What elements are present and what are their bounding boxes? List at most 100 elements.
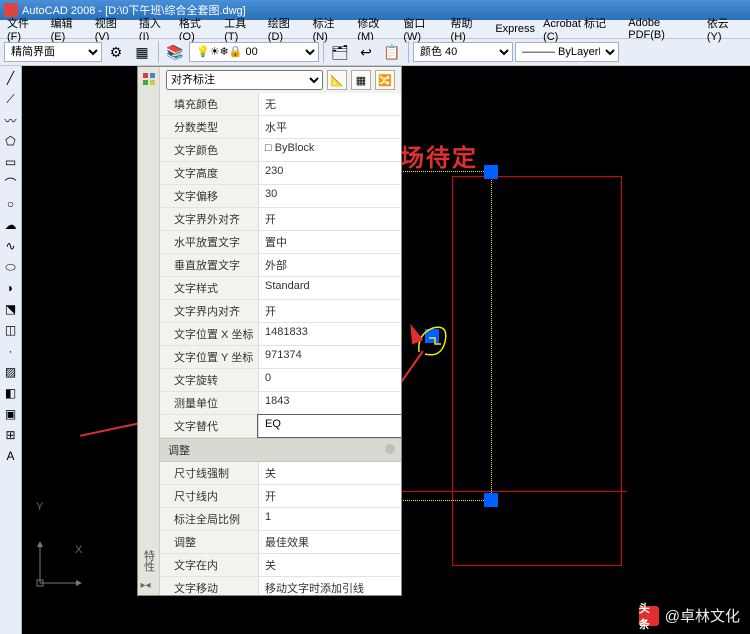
- property-row[interactable]: 文字位置 Y 坐标971374: [160, 346, 401, 369]
- arc-icon[interactable]: ⌒: [1, 173, 21, 193]
- ellipse-arc-icon[interactable]: ◗: [1, 278, 21, 298]
- select-objects-icon[interactable]: ▦: [351, 70, 371, 90]
- property-value-input[interactable]: [265, 418, 395, 430]
- gradient-icon[interactable]: ◧: [1, 383, 21, 403]
- property-value[interactable]: 1: [258, 508, 401, 530]
- quick-select-icon[interactable]: 📐: [327, 70, 347, 90]
- property-value[interactable]: 置中: [258, 231, 401, 253]
- property-row[interactable]: 垂直放置文字外部: [160, 254, 401, 277]
- table-icon[interactable]: ⊞: [1, 425, 21, 445]
- property-row[interactable]: 文字移动移动文字时添加引线: [160, 577, 401, 595]
- layer-walk-icon[interactable]: 📋: [380, 40, 404, 64]
- properties-grid[interactable]: 填充颜色无分数类型水平文字颜色□ ByBlock文字高度230文字偏移30文字界…: [160, 93, 401, 595]
- property-row[interactable]: 文字样式Standard: [160, 277, 401, 300]
- point-icon[interactable]: ·: [1, 341, 21, 361]
- property-row[interactable]: 文字位置 X 坐标1481833: [160, 323, 401, 346]
- grip-br[interactable]: [484, 493, 498, 507]
- property-value[interactable]: 开: [258, 300, 401, 322]
- property-value[interactable]: 最佳效果: [258, 531, 401, 553]
- rectangle-icon[interactable]: ▭: [1, 152, 21, 172]
- palette-strip[interactable]: 特性 ▸◂: [138, 67, 160, 595]
- property-row[interactable]: 水平放置文字置中: [160, 231, 401, 254]
- property-value[interactable]: 30: [258, 185, 401, 207]
- property-value[interactable]: □ ByBlock: [258, 139, 401, 161]
- menu-tools[interactable]: 工具(T): [221, 14, 263, 44]
- mtext-icon[interactable]: A: [1, 446, 21, 466]
- make-block-icon[interactable]: ◫: [1, 320, 21, 340]
- spline-icon[interactable]: ∿: [1, 236, 21, 256]
- menu-adobepdf[interactable]: Adobe PDF(B): [625, 16, 702, 42]
- property-value[interactable]: 外部: [258, 254, 401, 276]
- hatch-icon[interactable]: ▨: [1, 362, 21, 382]
- line-icon[interactable]: ╱: [1, 68, 21, 88]
- property-value[interactable]: 971374: [258, 346, 401, 368]
- palette-toggle-icon[interactable]: ▸◂: [141, 580, 157, 591]
- menu-file[interactable]: 文件(F): [4, 14, 46, 44]
- property-value[interactable]: 1481833: [258, 323, 401, 345]
- menu-window[interactable]: 窗口(W): [400, 14, 445, 44]
- property-row[interactable]: 文字旋转0: [160, 369, 401, 392]
- property-row[interactable]: 文字替代: [160, 415, 401, 438]
- menu-edit[interactable]: 编辑(E): [48, 14, 90, 44]
- xline-icon[interactable]: ⟋: [1, 89, 21, 109]
- property-label: 尺寸线内: [160, 485, 258, 507]
- revcloud-icon[interactable]: ☁: [1, 215, 21, 235]
- grip-tr[interactable]: [484, 165, 498, 179]
- property-value[interactable]: 水平: [258, 116, 401, 138]
- property-row[interactable]: 测量单位1843: [160, 392, 401, 415]
- drawing-canvas[interactable]: 尺寸现场待定 YX 头条 @卓林文化 特性: [22, 66, 750, 634]
- property-value[interactable]: 关: [258, 554, 401, 576]
- property-row[interactable]: 尺寸线内开: [160, 485, 401, 508]
- property-row[interactable]: 调整最佳效果: [160, 531, 401, 554]
- property-row[interactable]: 文字高度230: [160, 162, 401, 185]
- menu-acrobat[interactable]: Acrobat 标记(C): [540, 14, 623, 44]
- gear-icon[interactable]: ⚙: [104, 40, 128, 64]
- color-select[interactable]: 颜色 40: [413, 42, 513, 62]
- left-toolbar: ╱ ⟋ 〰 ⬠ ▭ ⌒ ○ ☁ ∿ ⬭ ◗ ⬔ ◫ · ▨ ◧ ▣ ⊞ A: [0, 66, 22, 634]
- property-label: 水平放置文字: [160, 231, 258, 253]
- hatch-icon[interactable]: ▦: [130, 40, 154, 64]
- pline-icon[interactable]: 〰: [1, 110, 21, 130]
- property-row[interactable]: 文字颜色□ ByBlock: [160, 139, 401, 162]
- property-value[interactable]: 关: [258, 462, 401, 484]
- toggle-pickadd-icon[interactable]: 🔀: [375, 70, 395, 90]
- menu-help[interactable]: 帮助(H): [448, 14, 491, 44]
- circle-icon[interactable]: ○: [1, 194, 21, 214]
- property-value[interactable]: 0: [258, 369, 401, 391]
- property-row[interactable]: 尺寸线强制关: [160, 462, 401, 485]
- layers-icon[interactable]: 📚: [163, 40, 187, 64]
- layer-states-icon[interactable]: 🗂: [328, 40, 352, 64]
- insert-block-icon[interactable]: ⬔: [1, 299, 21, 319]
- properties-palette[interactable]: 特性 ▸◂ 对齐标注 📐 ▦ 🔀 填充颜色无分数类型水平文字颜色□ ByBloc…: [137, 66, 402, 596]
- property-label: 文字界外对齐: [160, 208, 258, 230]
- property-section-header[interactable]: 调整: [160, 438, 401, 462]
- palette-options-icon[interactable]: [141, 71, 157, 87]
- workspace-select[interactable]: 精简界面: [4, 42, 102, 62]
- property-label: 文字在内: [160, 554, 258, 576]
- region-icon[interactable]: ▣: [1, 404, 21, 424]
- property-value[interactable]: 开: [258, 485, 401, 507]
- menu-express[interactable]: Express: [492, 22, 538, 36]
- property-value[interactable]: 1843: [258, 392, 401, 414]
- property-value[interactable]: [258, 415, 401, 437]
- property-value[interactable]: 开: [258, 208, 401, 230]
- layer-select[interactable]: 💡☀❄🔒 00: [189, 42, 319, 62]
- property-row[interactable]: 分数类型水平: [160, 116, 401, 139]
- property-value[interactable]: 230: [258, 162, 401, 184]
- menu-draw[interactable]: 绘图(D): [265, 14, 308, 44]
- property-value[interactable]: 移动文字时添加引线: [258, 577, 401, 595]
- object-type-select[interactable]: 对齐标注: [166, 70, 323, 90]
- property-row[interactable]: 文字界外对齐开: [160, 208, 401, 231]
- ellipse-icon[interactable]: ⬭: [1, 257, 21, 277]
- property-value[interactable]: Standard: [258, 277, 401, 299]
- polygon-icon[interactable]: ⬠: [1, 131, 21, 151]
- property-row[interactable]: 标注全局比例1: [160, 508, 401, 531]
- menu-yiyun[interactable]: 依云(Y): [704, 14, 746, 44]
- property-row[interactable]: 文字界内对齐开: [160, 300, 401, 323]
- property-value[interactable]: 无: [258, 93, 401, 115]
- layer-prev-icon[interactable]: ↩: [354, 40, 378, 64]
- property-row[interactable]: 填充颜色无: [160, 93, 401, 116]
- linetype-select[interactable]: ——— ByLayerByLayer: [515, 42, 619, 62]
- property-row[interactable]: 文字在内关: [160, 554, 401, 577]
- property-row[interactable]: 文字偏移30: [160, 185, 401, 208]
